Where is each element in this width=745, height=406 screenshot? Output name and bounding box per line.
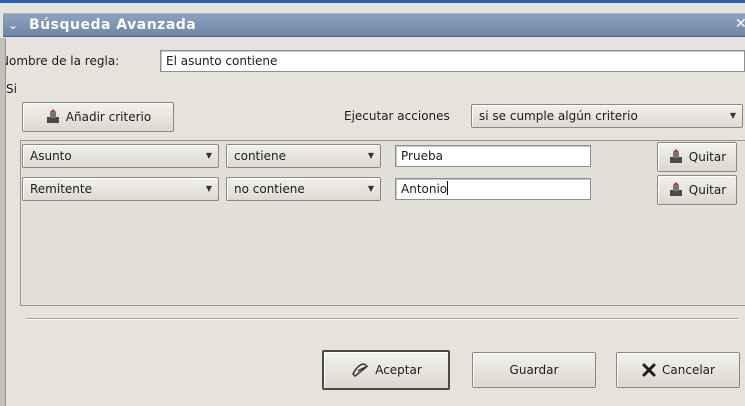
chevron-down-icon: ▼ bbox=[205, 151, 212, 160]
accept-label: Aceptar bbox=[375, 363, 422, 377]
chevron-down-icon: ▼ bbox=[367, 151, 374, 160]
window-title: Búsqueda Avanzada bbox=[29, 17, 197, 33]
criteria-list: Asunto ▼ contiene ▼ Prueba Quitar Remite… bbox=[20, 140, 745, 306]
criteria-field-value: Remitente bbox=[30, 182, 92, 196]
criteria-value-text: Antonio bbox=[401, 182, 448, 196]
execute-actions-label: Ejecutar acciones bbox=[344, 109, 450, 123]
if-label: Si bbox=[6, 82, 17, 96]
title-bar[interactable]: ⌄ Búsqueda Avanzada ✕ bbox=[3, 13, 745, 37]
chevron-down-icon: ▼ bbox=[367, 184, 374, 193]
window-top-accent bbox=[0, 0, 745, 3]
remove-criteria-button[interactable]: Quitar bbox=[657, 175, 737, 205]
criteria-icon bbox=[668, 182, 684, 198]
close-x-icon bbox=[641, 362, 657, 378]
window-menu-icon[interactable]: ⌄ bbox=[8, 18, 18, 32]
rule-name-label: Nombre de la regla: bbox=[0, 54, 120, 68]
chevron-down-icon: ▼ bbox=[205, 184, 212, 193]
save-button[interactable]: Guardar bbox=[472, 352, 596, 388]
criteria-operator-select[interactable]: contiene ▼ bbox=[226, 144, 381, 168]
add-criteria-button[interactable]: Añadir criterio bbox=[22, 102, 174, 132]
remove-criteria-label: Quitar bbox=[688, 183, 727, 197]
remove-criteria-button[interactable]: Quitar bbox=[657, 142, 737, 172]
criteria-operator-value: contiene bbox=[234, 149, 286, 163]
cancel-label: Cancelar bbox=[662, 363, 715, 377]
left-window-edge bbox=[0, 38, 6, 406]
text-cursor bbox=[447, 181, 449, 195]
remove-criteria-label: Quitar bbox=[688, 150, 727, 164]
criteria-field-value: Asunto bbox=[30, 149, 72, 163]
criteria-icon bbox=[668, 149, 684, 165]
accept-button[interactable]: Aceptar bbox=[322, 350, 450, 390]
criteria-icon bbox=[45, 109, 61, 125]
rule-name-input[interactable]: El asunto contiene bbox=[160, 50, 745, 72]
criteria-value-input[interactable]: Antonio bbox=[395, 178, 591, 200]
ok-icon bbox=[350, 362, 370, 378]
criteria-field-select[interactable]: Remitente ▼ bbox=[22, 177, 219, 201]
criteria-value-input[interactable]: Prueba bbox=[395, 145, 591, 167]
divider bbox=[26, 318, 738, 320]
criteria-operator-value: no contiene bbox=[234, 182, 305, 196]
cancel-button[interactable]: Cancelar bbox=[616, 352, 740, 388]
add-criteria-label: Añadir criterio bbox=[65, 110, 152, 124]
execute-actions-select[interactable]: si se cumple algún criterio ▼ bbox=[471, 104, 743, 128]
criteria-operator-select[interactable]: no contiene ▼ bbox=[226, 177, 381, 201]
close-window-icon[interactable]: ✕ bbox=[735, 16, 745, 32]
criteria-field-select[interactable]: Asunto ▼ bbox=[22, 144, 219, 168]
save-label: Guardar bbox=[509, 363, 559, 377]
chevron-down-icon: ▼ bbox=[729, 111, 736, 120]
execute-actions-value: si se cumple algún criterio bbox=[479, 109, 638, 123]
advanced-search-dialog: Nombre de la regla: El asunto contiene S… bbox=[0, 38, 745, 406]
